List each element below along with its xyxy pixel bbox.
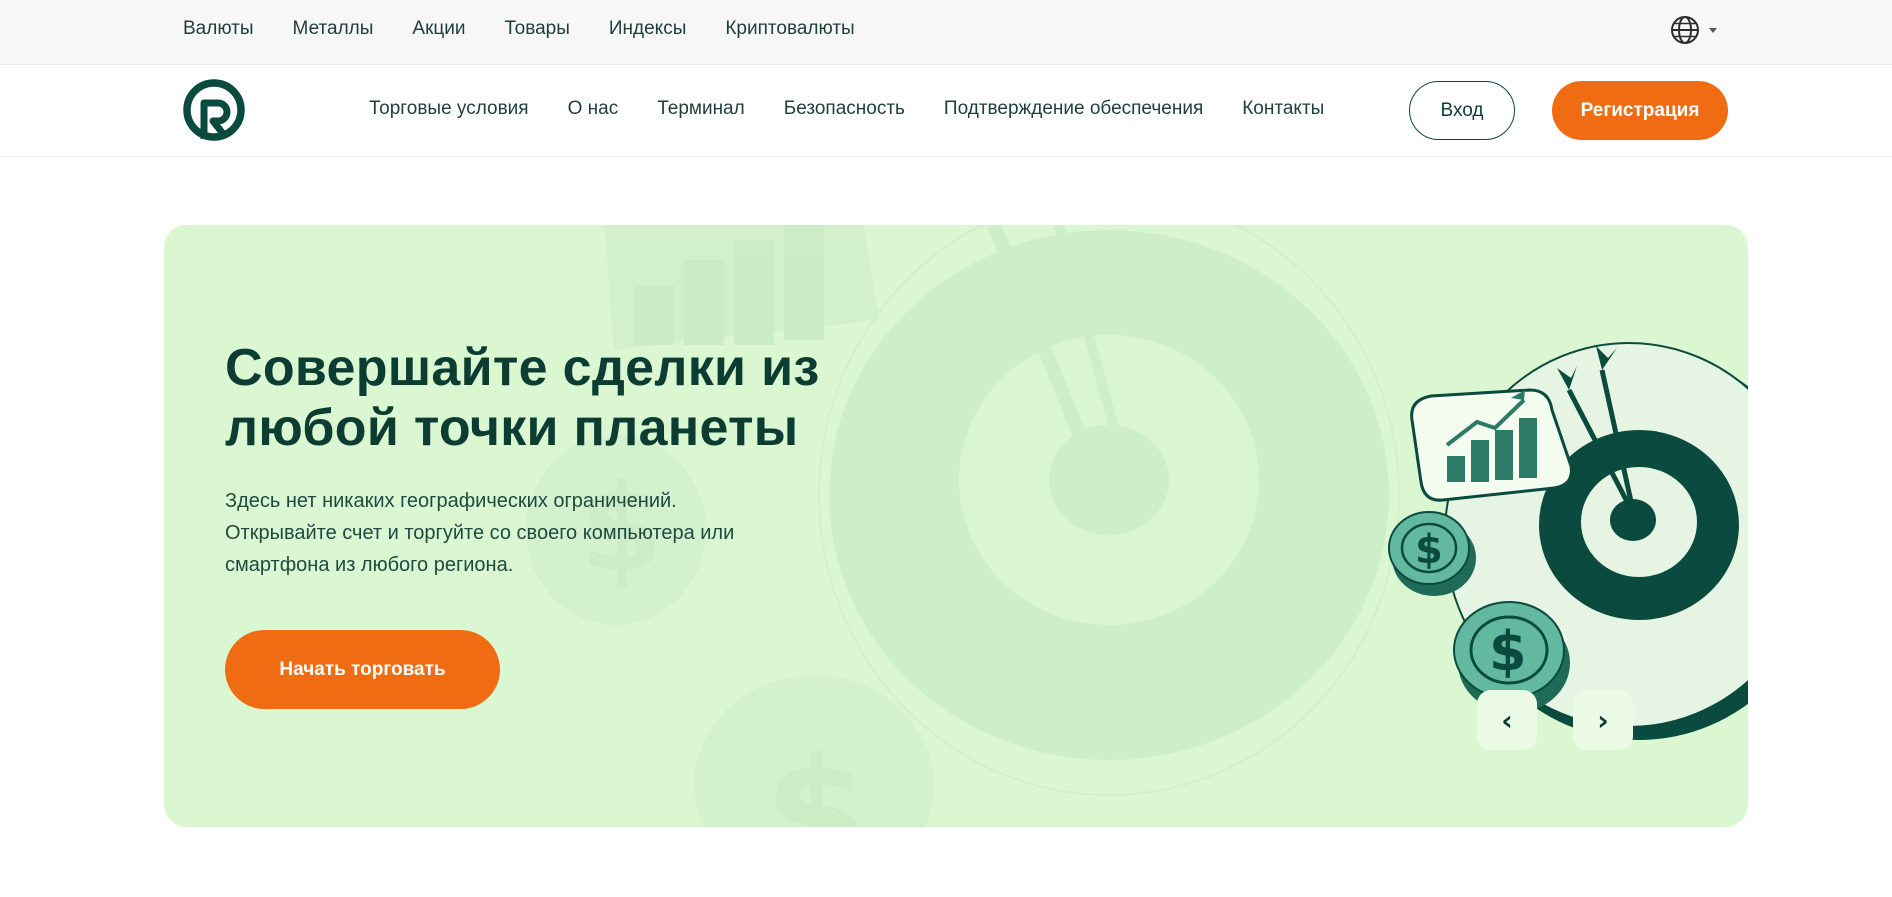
nav-trading-conditions[interactable]: Торговые условия	[369, 98, 529, 120]
svg-text:$: $	[1489, 620, 1527, 683]
target-illustration: $ $	[1388, 342, 1748, 740]
broker-logo[interactable]	[182, 77, 246, 143]
globe-icon	[1671, 16, 1699, 44]
market-nav-commodities[interactable]: Товары	[505, 18, 570, 40]
main-header: Торговые условия О нас Терминал Безопасн…	[0, 65, 1892, 157]
market-nav-stocks[interactable]: Акции	[412, 18, 465, 40]
market-nav-currencies[interactable]: Валюты	[183, 18, 254, 40]
hero-title-line-1: Совершайте сделки из	[225, 339, 820, 397]
market-nav: Валюты Металлы Акции Товары Индексы Крип…	[183, 0, 855, 58]
market-nav-crypto[interactable]: Криптовалюты	[725, 18, 854, 40]
login-button[interactable]: Вход	[1409, 81, 1515, 140]
main-nav: Торговые условия О нас Терминал Безопасн…	[369, 65, 1324, 152]
hero-description: Здесь нет никаких географических огранич…	[225, 485, 825, 581]
start-trading-button[interactable]: Начать торговать	[225, 630, 500, 709]
market-nav-metals[interactable]: Металлы	[293, 18, 374, 40]
hero-description-line-1: Здесь нет никаких географических огранич…	[225, 490, 677, 512]
register-button[interactable]: Регистрация	[1552, 81, 1728, 140]
market-nav-indices[interactable]: Индексы	[609, 18, 686, 40]
chevron-down-icon	[1709, 27, 1717, 33]
nav-contacts[interactable]: Контакты	[1242, 98, 1324, 120]
nav-terminal[interactable]: Терминал	[657, 98, 745, 120]
hero-title-line-2: любой точки планеты	[225, 399, 799, 457]
hero-banner: $ $ Совершайте сделки из любой точки пла…	[164, 225, 1748, 827]
hero-description-line-3: смартфона из любого региона.	[225, 554, 514, 576]
hero-title: Совершайте сделки из любой точки планеты	[225, 338, 925, 458]
top-strip: Валюты Металлы Акции Товары Индексы Крип…	[0, 0, 1892, 65]
svg-text:$: $	[764, 727, 868, 827]
svg-text:$: $	[1415, 527, 1443, 573]
slider-next-button[interactable]: ›	[1573, 690, 1633, 750]
hero-description-line-2: Открывайте счет и торгуйте со своего ком…	[225, 522, 735, 544]
nav-security[interactable]: Безопасность	[784, 98, 905, 120]
nav-collateral-confirmation[interactable]: Подтверждение обеспечения	[944, 98, 1203, 120]
nav-about[interactable]: О нас	[568, 98, 619, 120]
slider-prev-button[interactable]: ‹	[1477, 690, 1537, 750]
language-selector[interactable]	[1669, 14, 1717, 46]
